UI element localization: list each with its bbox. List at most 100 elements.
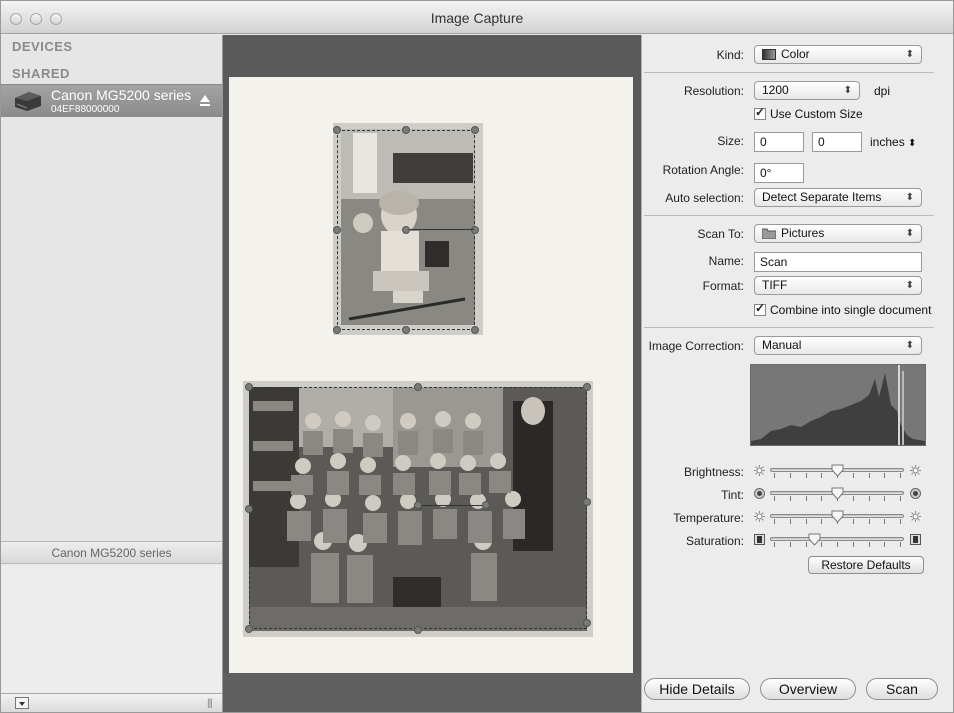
resize-handle[interactable] [333,326,341,334]
saturation-slider[interactable] [770,537,904,541]
resize-handle[interactable] [245,383,253,391]
popup-arrows-icon: ⬍ [905,49,914,60]
resize-handle[interactable] [402,126,410,134]
sun-large-icon [910,465,921,476]
slider-tick [821,496,823,501]
resize-handle[interactable] [583,383,591,391]
resize-handle[interactable] [245,505,253,513]
slider-tick [837,542,838,547]
resize-handle[interactable] [333,126,341,134]
scanner-icon [15,92,41,111]
size-height-field[interactable]: 0 [812,132,862,152]
rotation-angle-field[interactable]: 0° [754,163,804,183]
resize-handle[interactable] [414,383,422,391]
resize-handle[interactable] [414,626,422,634]
use-custom-size-checkbox[interactable]: Use Custom Size [754,105,863,121]
size-unit-popup[interactable]: inches ⬍ [870,135,916,149]
separator [644,215,934,216]
resolution-value: 1200 [762,83,789,97]
slider-tick [852,473,854,478]
slider-tick [774,473,775,478]
hide-details-button[interactable]: Hide Details [644,678,750,700]
format-label: Format: [702,279,744,293]
slider-tick [868,519,870,524]
scan-to-value: Pictures [781,226,825,240]
scan-to-label: Scan To: [697,227,744,241]
auto-selection-popup[interactable]: Detect Separate Items ⬍ [754,188,922,207]
brightness-slider-knob[interactable] [831,464,844,477]
temperature-slider-knob[interactable] [831,510,844,523]
brightness-label: Brightness: [683,465,744,479]
sun-small-icon [754,511,765,522]
sidebar-item-canon-mg5200[interactable]: Canon MG5200 series 04EF88000000 [1,84,222,117]
scan-button[interactable]: Scan [866,678,938,700]
resize-handle[interactable] [583,498,591,506]
tint-slider-knob[interactable] [831,487,844,500]
overview-button[interactable]: Overview [760,678,856,700]
slider-tick [774,542,775,547]
combine-checkbox[interactable]: Combine into single document [754,301,931,317]
slider-tick [805,542,807,547]
tint-dot-icon [910,488,921,499]
sidebar-menu-button[interactable] [15,697,29,709]
slider-tick [821,519,823,524]
slider-tick [805,473,807,478]
resize-handle[interactable] [471,326,479,334]
resize-handle[interactable] [583,619,591,627]
resize-handle[interactable] [471,126,479,134]
popup-arrows-icon: ⬍ [905,192,914,203]
popup-arrows-icon: ⬍ [905,280,914,291]
devices-header: DEVICES [12,39,73,54]
size-width-field[interactable]: 0 [754,132,804,152]
resize-handle[interactable] [245,625,253,633]
kind-value: Color [781,47,810,61]
eject-icon[interactable] [199,94,211,108]
rotation-handle[interactable] [414,501,422,509]
rotation-handle-line [406,229,474,230]
rotation-handle[interactable] [482,501,490,509]
slider-tick [789,542,791,547]
source-list-sidebar: DEVICES SHARED Canon MG5200 series 04EF8… [1,35,223,712]
slider-tick [821,542,823,547]
restore-defaults-button[interactable]: Restore Defaults [808,556,924,574]
slider-tick [789,473,791,478]
slider-tick [868,542,870,547]
resize-handle[interactable] [402,326,410,334]
saturation-square-icon [754,534,765,545]
resize-handle[interactable] [333,226,341,234]
name-field[interactable]: Scan [754,252,922,272]
preview-bottom-bar [223,673,641,712]
popup-arrows-icon: ⬍ [905,340,914,351]
slider-tick [868,496,870,501]
auto-selection-value: Detect Separate Items [762,190,882,204]
slider-tick [821,473,823,478]
rotation-angle-label: Rotation Angle: [662,163,744,177]
slider-tick [805,496,807,501]
device-name: Canon MG5200 series [51,87,192,103]
slider-tick [884,519,886,524]
rotation-handle[interactable] [402,226,410,234]
scan-to-popup[interactable]: Pictures ⬍ [754,224,922,243]
temperature-label: Temperature: [673,511,744,525]
title-bar: Image Capture [1,1,953,34]
saturation-slider-knob[interactable] [808,533,821,546]
resize-grip-icon[interactable]: ||| [207,698,213,709]
resolution-popup[interactable]: 1200 ⬍ [754,81,860,100]
kind-popup[interactable]: Color ⬍ [754,45,922,64]
histogram [750,364,926,446]
device-id: 04EF88000000 [51,104,120,115]
format-popup[interactable]: TIFF ⬍ [754,276,922,295]
checkbox-checked-icon [754,105,766,120]
scan-preview-area [223,35,641,712]
resize-handle[interactable] [471,226,479,234]
popup-arrows-icon: ⬍ [843,85,852,96]
color-swatch-icon [762,49,776,60]
sidebar-lower-area [1,565,222,693]
slider-tick [774,519,775,524]
slider-tick [852,496,854,501]
image-correction-popup[interactable]: Manual ⬍ [754,336,922,355]
slider-tick [852,542,854,547]
shared-header: SHARED [12,66,70,81]
slider-tick [900,473,901,478]
tint-dot-icon [754,488,765,499]
